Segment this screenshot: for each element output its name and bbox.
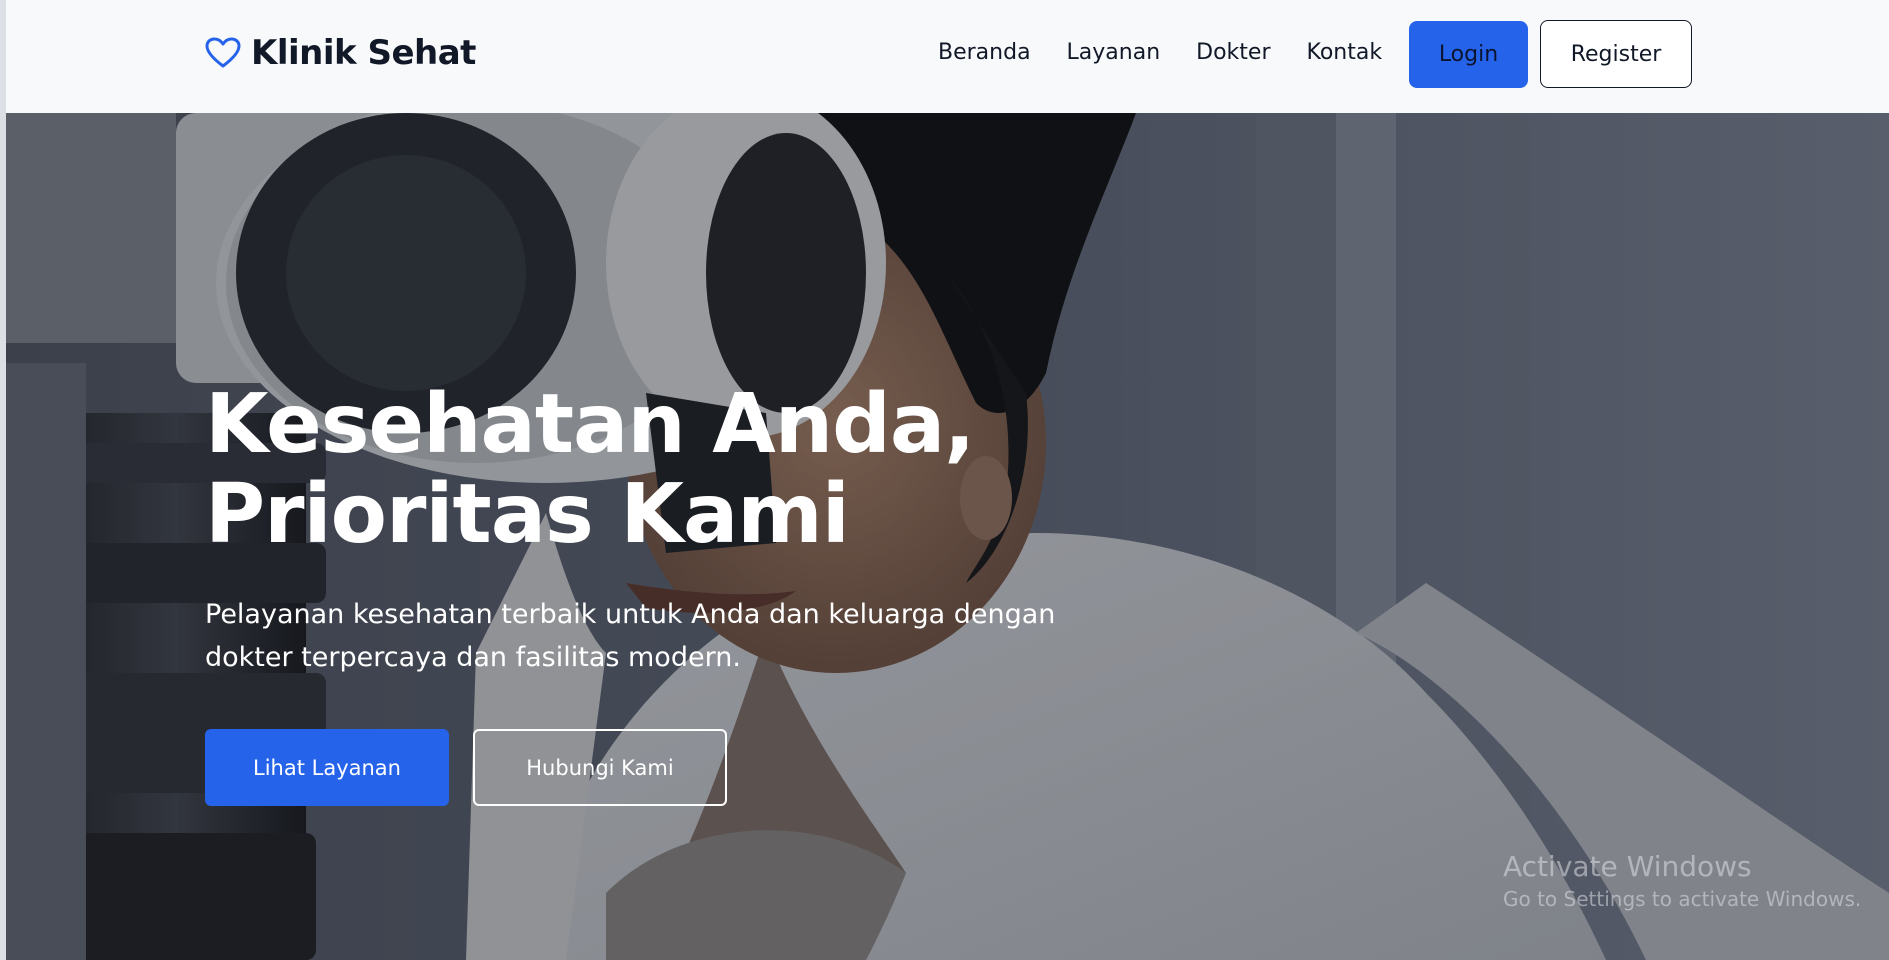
nav-link-dokter[interactable]: Dokter: [1196, 40, 1270, 65]
contact-us-button[interactable]: Hubungi Kami: [473, 729, 727, 806]
nav-link-layanan[interactable]: Layanan: [1067, 40, 1161, 65]
hero-subtitle: Pelayanan kesehatan terbaik untuk Anda d…: [205, 593, 1065, 679]
hero-subtitle-line-1: Pelayanan kesehatan terbaik untuk Anda d…: [205, 599, 1056, 630]
watermark-title: Activate Windows: [1503, 850, 1752, 883]
register-button[interactable]: Register: [1540, 20, 1692, 88]
brand-logo[interactable]: Klinik Sehat: [205, 33, 476, 73]
watermark-subtitle: Go to Settings to activate Windows.: [1503, 887, 1862, 911]
hero-title: Kesehatan Anda, Prioritas Kami: [205, 380, 1105, 560]
heart-icon: [205, 37, 241, 68]
navbar: Klinik Sehat Beranda Layanan Dokter Kont…: [6, 0, 1889, 113]
windows-activation-watermark: Activate Windows Go to Settings to activ…: [1503, 849, 1861, 913]
hero-title-line-1: Kesehatan Anda,: [205, 377, 975, 472]
view-services-button[interactable]: Lihat Layanan: [205, 729, 449, 806]
nav-links: Beranda Layanan Dokter Kontak: [938, 40, 1382, 65]
nav-link-kontak[interactable]: Kontak: [1307, 40, 1383, 65]
hero-title-line-2: Prioritas Kami: [205, 467, 850, 562]
brand-name: Klinik Sehat: [251, 33, 476, 73]
landing-page: Klinik Sehat Beranda Layanan Dokter Kont…: [6, 0, 1889, 960]
hero-section: Kesehatan Anda, Prioritas Kami Pelayanan…: [6, 113, 1889, 960]
nav-link-beranda[interactable]: Beranda: [938, 40, 1031, 65]
login-button[interactable]: Login: [1409, 21, 1528, 88]
hero-subtitle-line-2: dokter terpercaya dan fasilitas modern.: [205, 642, 741, 673]
